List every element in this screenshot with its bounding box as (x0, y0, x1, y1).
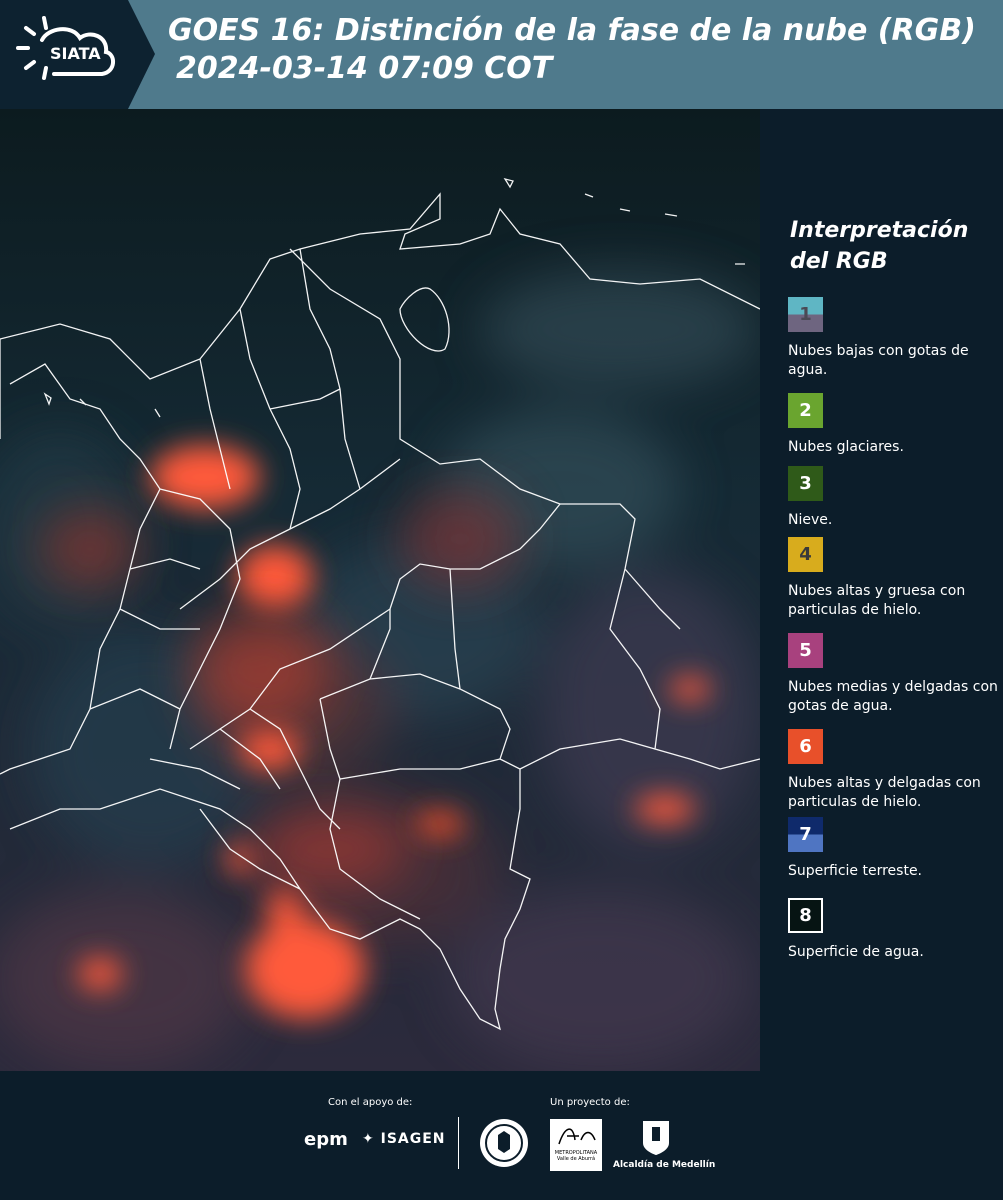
alcaldia-text: Alcaldía de Medellín (613, 1160, 716, 1170)
legend-label: Superficie terreste. (788, 863, 923, 879)
legend-label: Nieve. (788, 512, 833, 528)
legend-item-8: 8 Superficie de agua. (788, 898, 998, 962)
siata-logo: SIATA (0, 0, 155, 109)
legend-number: 7 (799, 824, 812, 845)
legend-title: Interpretación del RGB (790, 218, 969, 274)
legend-item-4: 4 Nubes altas y gruesa con particulas de … (788, 537, 998, 620)
legend-label: Superficie de agua. (788, 944, 924, 960)
legend-item-7: 7 Superficie terreste. (788, 817, 998, 881)
legend-swatch: 7 (788, 817, 823, 852)
legend-label: Nubes medias y delgadas con gotas de agu… (788, 679, 998, 714)
legend-number: 4 (799, 544, 812, 565)
legend-swatch: 3 (788, 466, 823, 501)
alcaldia-shield-icon (643, 1121, 669, 1155)
datetime-text: 2024-03-14 07:09 COT (176, 51, 553, 86)
legend-number: 6 (799, 736, 812, 757)
area-metropolitana-logo: METROPOLITANA Valle de Aburrá (550, 1119, 602, 1171)
seal-logo-icon (480, 1119, 528, 1167)
area-script-icon (558, 1128, 596, 1145)
logo-text: SIATA (50, 44, 101, 63)
legend-number: 3 (799, 473, 812, 494)
legend-label: Nubes bajas con gotas de agua. (788, 343, 969, 378)
area-metropolitana-text: METROPOLITANA Valle de Aburrá (554, 1150, 598, 1162)
support-label: Con el apoyo de: (328, 1097, 413, 1108)
legend-item-2: 2 Nubes glaciares. (788, 393, 998, 457)
legend-number: 1 (799, 304, 812, 325)
legend-number: 5 (799, 640, 812, 661)
legend-item-3: 3 Nieve. (788, 466, 998, 530)
legend-number: 2 (799, 400, 812, 421)
legend-label: Nubes altas y delgadas con particulas de… (788, 775, 981, 810)
legend-swatch: 4 (788, 537, 823, 572)
legend-number: 8 (799, 905, 812, 926)
isagen-logo: ✦ ISAGEN (362, 1131, 446, 1147)
legend-label: Nubes altas y gruesa con particulas de h… (788, 583, 966, 618)
legend-label: Nubes glaciares. (788, 439, 904, 455)
title-text: GOES 16: Distinción de la fase de la nub… (168, 13, 976, 48)
legend-swatch: 6 (788, 729, 823, 764)
satellite-map (0, 109, 760, 1071)
legend-swatch: 1 (788, 297, 823, 332)
project-label: Un proyecto de: (550, 1097, 630, 1108)
map-image (0, 109, 760, 1071)
footer: Con el apoyo de: Un proyecto de: epm ✦ I… (0, 1071, 1003, 1200)
legend-item-6: 6 Nubes altas y delgadas con particulas d… (788, 729, 998, 812)
legend-item-5: 5 Nubes medias y delgadas con gotas de ag… (788, 633, 998, 716)
legend-swatch: 5 (788, 633, 823, 668)
legend-panel: Interpretación del RGB 1 Nubes bajas con … (776, 109, 1003, 1071)
header: SIATA GOES 16: Distinción de la fase de … (0, 0, 1003, 109)
footer-divider (458, 1117, 459, 1169)
legend-item-1: 1 Nubes bajas con gotas de agua. (788, 297, 998, 380)
legend-swatch: 8 (788, 898, 823, 933)
page-title: GOES 16: Distinción de la fase de la nub… (168, 12, 976, 88)
isagen-text: ISAGEN (380, 1131, 446, 1147)
legend-swatch: 2 (788, 393, 823, 428)
epm-logo: epm (304, 1129, 348, 1150)
